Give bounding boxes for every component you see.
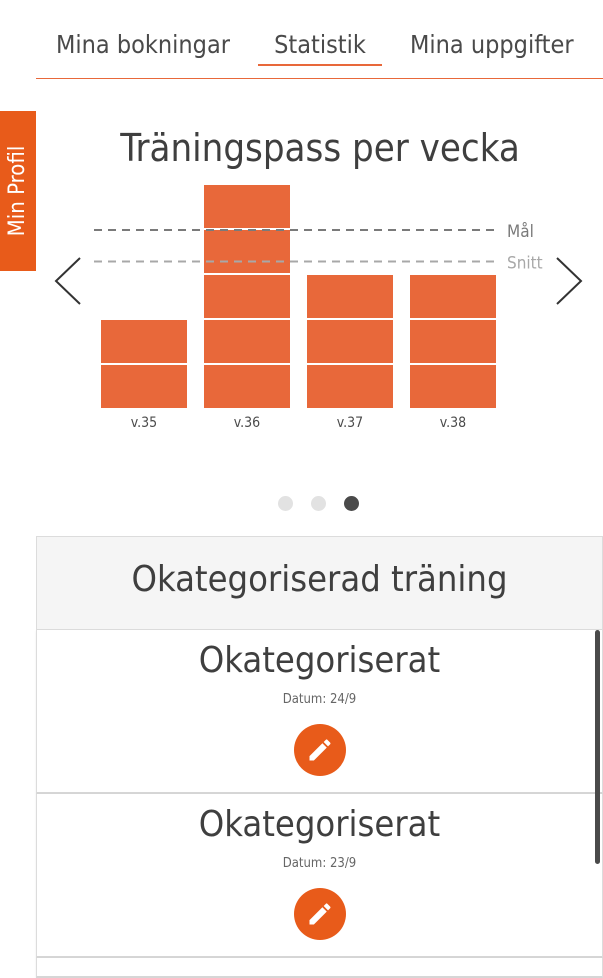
x-tick-label: v.35 bbox=[131, 415, 157, 431]
bar-v.36-segment bbox=[204, 275, 290, 318]
list-title: Okategoriserad träning bbox=[131, 559, 508, 600]
list-item: Okategoriserat Datum: 24/9 bbox=[36, 630, 603, 794]
bar-v.36-segment bbox=[204, 230, 290, 273]
edit-button[interactable] bbox=[294, 724, 346, 776]
bar-v.37-segment bbox=[307, 275, 393, 318]
entry-title: Okategoriserat bbox=[198, 640, 441, 681]
reference-line-label: Mål bbox=[507, 221, 534, 242]
bar-v.36-segment bbox=[204, 365, 290, 408]
bar-v.36-segment bbox=[204, 320, 290, 363]
bar-chart: Mål Snitt v.35 v.36 v.37 v.38 bbox=[94, 185, 543, 431]
bar-v.35-segment bbox=[101, 365, 187, 408]
list-item: Okategoriserat Datum: 23/9 bbox=[36, 794, 603, 958]
entry-date: Datum: 23/9 bbox=[282, 856, 357, 871]
bar-v.35-segment bbox=[101, 320, 187, 363]
bar-v.38-segment bbox=[410, 365, 496, 408]
pencil-icon bbox=[309, 739, 331, 761]
list-scrollbar[interactable] bbox=[595, 630, 600, 864]
chevron-right-icon[interactable] bbox=[553, 254, 585, 308]
bar-v.37-segment bbox=[307, 365, 393, 408]
bar-v.38-segment bbox=[410, 320, 496, 363]
x-tick-label: v.36 bbox=[234, 415, 260, 431]
carousel-dot-1[interactable] bbox=[278, 496, 293, 511]
bar-v.37-segment bbox=[307, 320, 393, 363]
list-item bbox=[36, 958, 603, 978]
chevron-left-icon[interactable] bbox=[52, 254, 84, 308]
reference-line-label: Snitt bbox=[507, 254, 543, 274]
entry-date: Datum: 24/9 bbox=[282, 692, 357, 707]
carousel-dot-2[interactable] bbox=[311, 496, 326, 511]
bar-v.36-segment bbox=[204, 185, 290, 228]
entry-title: Okategoriserat bbox=[198, 804, 441, 845]
x-tick-label: v.37 bbox=[337, 415, 363, 431]
bar-v.38-segment bbox=[410, 275, 496, 318]
x-tick-label: v.38 bbox=[440, 415, 466, 431]
carousel-dot-3[interactable] bbox=[344, 496, 359, 511]
edit-button[interactable] bbox=[294, 888, 346, 940]
list-header: Okategoriserad träning bbox=[36, 536, 603, 630]
pencil-icon bbox=[309, 903, 331, 925]
